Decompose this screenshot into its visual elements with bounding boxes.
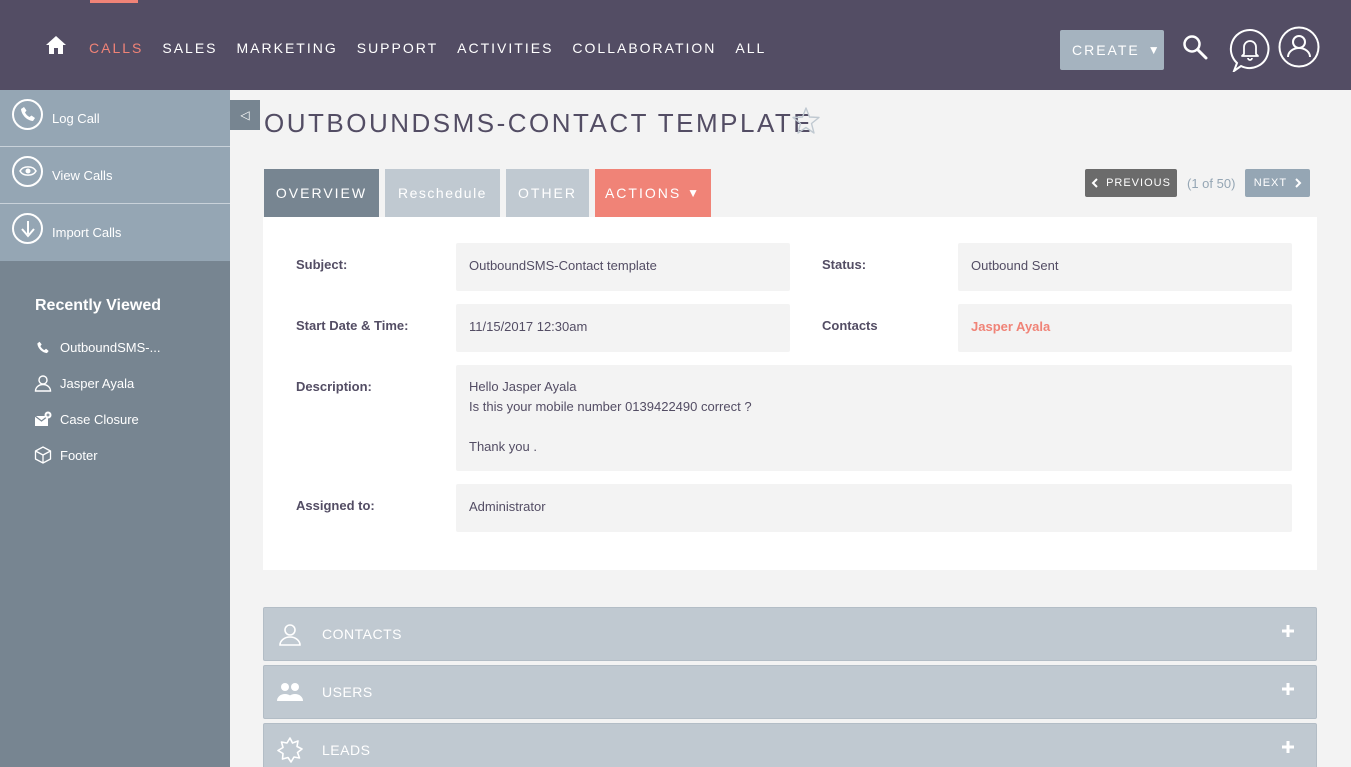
start-date-label: Start Date & Time:	[296, 318, 409, 333]
previous-button-label: PREVIOUS	[1106, 177, 1171, 189]
status-label: Status:	[822, 257, 867, 272]
recent-item[interactable]: Footer	[0, 437, 230, 473]
status-value: Outbound Sent	[958, 243, 1292, 291]
nav-sales[interactable]: SALES	[162, 40, 217, 56]
sidebar-action-label: View Calls	[52, 167, 113, 183]
subpanel-contacts[interactable]: CONTACTS	[263, 607, 1317, 661]
subpanel-users[interactable]: USERS	[263, 665, 1317, 719]
users-icon	[276, 678, 304, 706]
description-line: Thank you .	[469, 439, 537, 454]
detail-panel: Subject: OutboundSMS-Contact template St…	[263, 217, 1317, 570]
assigned-to-label: Assigned to:	[296, 498, 375, 513]
subpanel-leads[interactable]: LEADS	[263, 723, 1317, 767]
caret-down-icon: ▼	[1147, 43, 1162, 57]
nav-marketing[interactable]: MARKETING	[237, 40, 338, 56]
top-navigation-bar: CALLS SALES MARKETING SUPPORT ACTIVITIES…	[0, 0, 1351, 90]
eye-icon	[12, 155, 43, 187]
sidebar: Log Call View Calls Import Calls Recentl…	[0, 90, 230, 767]
search-icon[interactable]	[1182, 34, 1208, 60]
page-title: OUTBOUNDSMS-CONTACT TEMPLATE	[264, 108, 814, 138]
phone-icon	[33, 337, 53, 357]
subject-value: OutboundSMS-Contact template	[456, 243, 790, 291]
next-button[interactable]: NEXT	[1245, 169, 1311, 197]
expand-plus-icon[interactable]	[1280, 681, 1296, 697]
recent-item[interactable]: Jasper Ayala	[0, 365, 230, 401]
nav-support[interactable]: SUPPORT	[357, 40, 438, 56]
nav-activities[interactable]: ACTIVITIES	[457, 40, 553, 56]
expand-plus-icon[interactable]	[1280, 739, 1296, 755]
next-button-label: NEXT	[1253, 177, 1288, 189]
nav-collaboration[interactable]: COLLABORATION	[572, 40, 716, 56]
recent-item-label: Case Closure	[60, 411, 139, 427]
tab-other[interactable]: OTHER	[506, 169, 589, 217]
sidebar-action-import-calls[interactable]: Import Calls	[0, 204, 230, 261]
person-icon	[33, 373, 53, 393]
nav-calls[interactable]: CALLS	[89, 40, 143, 56]
recent-item[interactable]: Case Closure	[0, 401, 230, 437]
sidebar-action-view-calls[interactable]: View Calls	[0, 147, 230, 204]
start-date-value: 11/15/2017 12:30am	[456, 304, 790, 352]
assigned-to-value: Administrator	[456, 484, 1292, 532]
subpanel-label: USERS	[322, 684, 373, 700]
create-button-label: CREATE	[1072, 42, 1140, 58]
contacts-label: Contacts	[822, 318, 878, 333]
recent-item[interactable]: OutboundSMS-...	[0, 329, 230, 365]
nav-all[interactable]: ALL	[735, 40, 766, 56]
email-template-icon	[33, 409, 53, 429]
description-line: Is this your mobile number 0139422490 co…	[469, 399, 752, 414]
description-line	[469, 417, 1279, 437]
sidebar-action-log-call[interactable]: Log Call	[0, 90, 230, 147]
notification-bell-icon[interactable]	[1229, 28, 1271, 72]
previous-button[interactable]: PREVIOUS	[1085, 169, 1177, 197]
chevron-right-icon	[1295, 178, 1302, 188]
detail-tabs: OVERVIEW Reschedule OTHER ACTIONS ▼	[264, 169, 717, 217]
active-nav-indicator	[90, 0, 138, 3]
sidebar-action-label: Import Calls	[52, 225, 122, 240]
subpanel-label: CONTACTS	[322, 626, 402, 642]
subject-label: Subject:	[296, 257, 348, 272]
caret-down-icon: ▼	[687, 186, 702, 200]
description-line: Hello Jasper Ayala	[469, 379, 577, 394]
recently-viewed-list: OutboundSMS-... Jasper Ayala Case Closur…	[0, 329, 230, 473]
lead-starburst-icon	[276, 736, 304, 764]
tab-actions-label: ACTIONS	[604, 185, 682, 201]
recently-viewed-title: Recently Viewed	[35, 297, 161, 314]
sidebar-actions: Log Call View Calls Import Calls	[0, 90, 230, 261]
description-label: Description:	[296, 379, 372, 394]
description-value: Hello Jasper Ayala Is this your mobile n…	[456, 365, 1292, 471]
user-profile-icon[interactable]	[1278, 26, 1320, 68]
sidebar-action-label: Log Call	[52, 110, 100, 126]
tab-actions[interactable]: ACTIONS ▼	[595, 169, 711, 217]
recent-item-label: Footer	[60, 447, 98, 463]
recent-item-label: OutboundSMS-...	[60, 339, 161, 355]
chevron-left-icon	[1091, 178, 1098, 188]
create-button[interactable]: CREATE ▼	[1060, 30, 1164, 70]
collapse-arrow-icon: ◁	[240, 108, 250, 122]
person-icon	[276, 620, 304, 648]
sidebar-collapse-button[interactable]: ◁	[230, 100, 260, 130]
cube-icon	[33, 445, 53, 465]
expand-plus-icon[interactable]	[1280, 623, 1296, 639]
download-icon	[12, 213, 43, 244]
main-nav: CALLS SALES MARKETING SUPPORT ACTIVITIES…	[89, 40, 785, 56]
tab-reschedule[interactable]: Reschedule	[385, 169, 500, 217]
contact-link[interactable]: Jasper Ayala	[958, 304, 1292, 352]
record-pager: PREVIOUS (1 of 50) NEXT	[1085, 169, 1311, 197]
favorite-star-icon[interactable]	[791, 106, 821, 136]
subpanel-label: LEADS	[322, 742, 371, 758]
home-icon[interactable]	[45, 34, 67, 56]
phone-icon	[12, 98, 43, 130]
recent-item-label: Jasper Ayala	[60, 375, 135, 391]
tab-overview[interactable]: OVERVIEW	[264, 169, 379, 217]
page-count: (1 of 50)	[1187, 175, 1236, 191]
